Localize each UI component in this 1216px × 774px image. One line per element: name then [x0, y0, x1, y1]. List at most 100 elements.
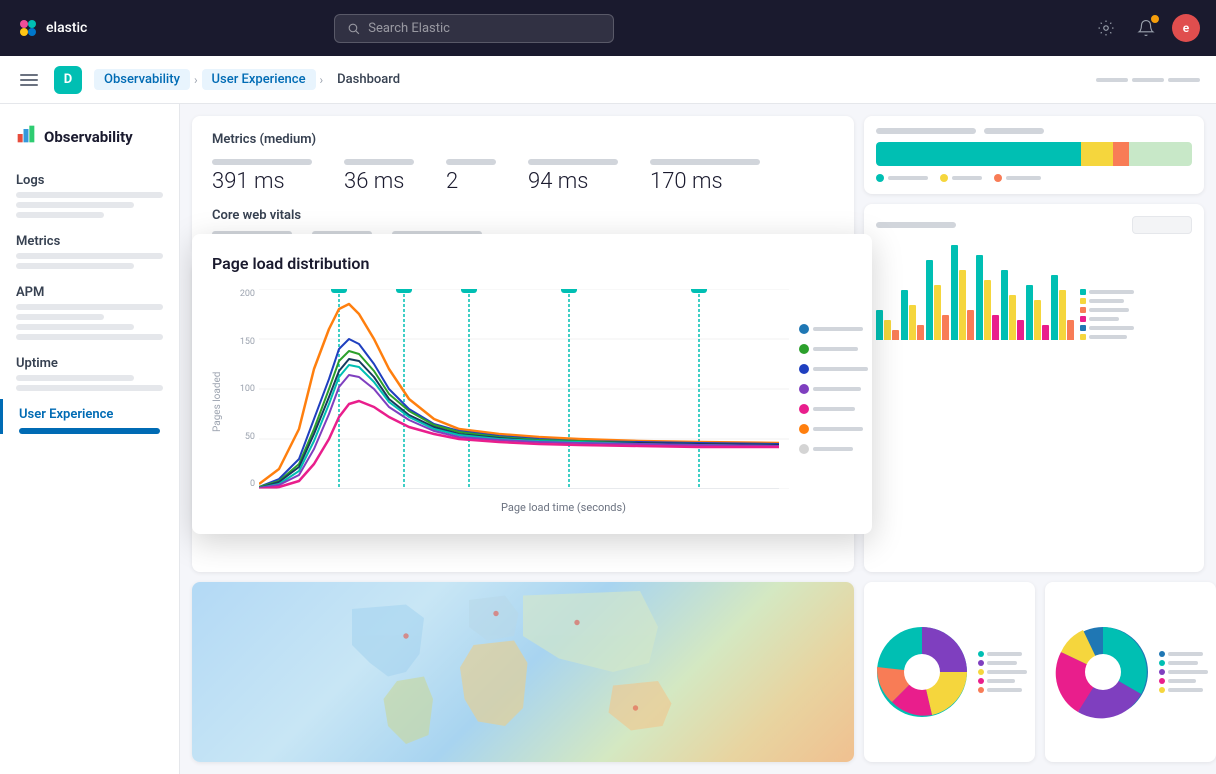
- bar-group-7: [1026, 285, 1049, 340]
- bar-group-3: [926, 260, 949, 340]
- sidebar-uptime-lines: [0, 375, 179, 391]
- pie-label-line: [1168, 670, 1208, 674]
- legend-text-1: [813, 327, 863, 331]
- breadcrumb: Observability › User Experience › Dashbo…: [94, 69, 410, 90]
- sidebar-item-user-experience[interactable]: User Experience: [0, 399, 179, 434]
- bar-segment: [901, 290, 908, 340]
- breadcrumb-user-experience[interactable]: User Experience: [202, 69, 316, 90]
- y-tick: 100: [240, 384, 255, 394]
- sidebar-item-apm[interactable]: APM: [0, 277, 179, 340]
- sidebar-item-logs[interactable]: Logs: [0, 165, 179, 218]
- breadcrumb-dashboard: Dashboard: [327, 69, 410, 90]
- sidebar-metrics-label: Metrics: [0, 226, 179, 253]
- sidebar-line: [16, 334, 163, 340]
- sidebar-title: Observability: [0, 120, 179, 165]
- sidebar-icon: [16, 124, 36, 149]
- breadcrumb-sep-1: ›: [194, 73, 198, 87]
- pie-legend-item: [1159, 687, 1208, 693]
- pie-legend-item: [1159, 651, 1208, 657]
- notifications-icon[interactable]: [1132, 14, 1160, 42]
- legend-row-2: [1080, 298, 1134, 304]
- legend-label-6: [1089, 335, 1127, 339]
- core-web-vitals: Core web vitals: [212, 208, 834, 237]
- bar-segment: [951, 245, 958, 340]
- user-avatar[interactable]: e: [1172, 14, 1200, 42]
- bar-group-1: [876, 310, 899, 340]
- settings-icon[interactable]: [1092, 14, 1120, 42]
- bar-segment: [1042, 325, 1049, 340]
- chart-dropdown[interactable]: [1132, 216, 1192, 234]
- sidebar-line: [16, 385, 163, 391]
- pie-label-line: [1168, 652, 1203, 656]
- sidebar-item-uptime[interactable]: Uptime: [0, 348, 179, 391]
- sidebar-line: [16, 202, 134, 208]
- pie-chart-2-svg: [1053, 622, 1153, 722]
- legend-row-3: [1080, 307, 1134, 313]
- legend-item-5: [799, 404, 868, 414]
- stacked-bar: [876, 142, 1192, 166]
- stacked-bar-legend: [876, 174, 1192, 182]
- metric-value-2: 36 ms: [344, 169, 414, 194]
- legend-label-1: [1089, 290, 1134, 294]
- bar-orange: [1113, 142, 1129, 166]
- bar-group-6: [1001, 270, 1024, 340]
- chart-wrapper: Pages loaded 200 150 100 50 0: [212, 289, 852, 514]
- sidebar-title-text: Observability: [44, 128, 133, 146]
- bar-segment: [1059, 290, 1066, 340]
- page-load-modal: Page load distribution Pages loaded 200 …: [192, 234, 872, 534]
- pie-legend-item: [1159, 669, 1208, 675]
- legend-dot-4: [799, 384, 809, 394]
- pie-label-line: [1168, 679, 1196, 683]
- legend-label-5: [1089, 326, 1134, 330]
- bar-segment: [926, 260, 933, 340]
- sidebar-apm-lines: [0, 304, 179, 340]
- sidebar-line: [16, 212, 104, 218]
- top-line-2: [984, 128, 1044, 134]
- bar-segment: [917, 325, 924, 340]
- sidebar-active-indicator: [19, 428, 160, 434]
- menu-toggle[interactable]: [16, 70, 42, 90]
- legend-dot-6: [799, 424, 809, 434]
- metric-bar-3: [446, 159, 496, 165]
- legend-dot-2: [799, 344, 809, 354]
- pie-label-line: [1168, 661, 1198, 665]
- nav-action-line-2: [1132, 78, 1164, 82]
- legend-label-line: [888, 176, 928, 180]
- world-map: [192, 582, 854, 762]
- bar-segment: [942, 315, 949, 340]
- legend-item-4: [799, 384, 868, 394]
- bar-segment: [967, 310, 974, 340]
- elastic-logo[interactable]: elastic: [16, 16, 87, 40]
- legend-text-5: [813, 407, 855, 411]
- sidebar-item-metrics[interactable]: Metrics: [0, 226, 179, 269]
- bar-segment: [984, 280, 991, 340]
- bar-segment: [1017, 320, 1024, 340]
- pie-dot: [1159, 660, 1165, 666]
- pie-label-line: [987, 688, 1022, 692]
- bar-group-5: [976, 255, 999, 340]
- search-icon: [347, 22, 360, 35]
- sidebar-line: [16, 192, 163, 198]
- y-tick: 150: [240, 337, 255, 347]
- legend-row-1: [1080, 289, 1134, 295]
- pie-legend-item: [978, 678, 1027, 684]
- main-layout: Observability Logs Metrics APM: [0, 104, 1216, 774]
- elastic-logo-icon: [16, 16, 40, 40]
- metric-item-5: 170 ms: [650, 159, 760, 194]
- breadcrumb-observability[interactable]: Observability: [94, 69, 190, 90]
- metric-bar-2: [344, 159, 414, 165]
- legend-item-6: [799, 424, 868, 434]
- pie-charts-row: [864, 582, 1204, 762]
- pie-label-line: [1168, 688, 1203, 692]
- sidebar-uptime-label: Uptime: [0, 348, 179, 375]
- bar-chart-card: [864, 204, 1204, 572]
- bar-group-2: [901, 290, 924, 340]
- metrics-card: Metrics (medium) 391 ms 36 ms 2: [192, 116, 854, 253]
- legend-dot-7: [799, 444, 809, 454]
- search-bar[interactable]: Search Elastic: [334, 14, 614, 43]
- legend-item-2: [799, 344, 868, 354]
- legend-row-6: [1080, 334, 1134, 340]
- bar-segment: [934, 285, 941, 340]
- sidebar-line: [16, 314, 104, 320]
- y-tick: 50: [245, 432, 255, 442]
